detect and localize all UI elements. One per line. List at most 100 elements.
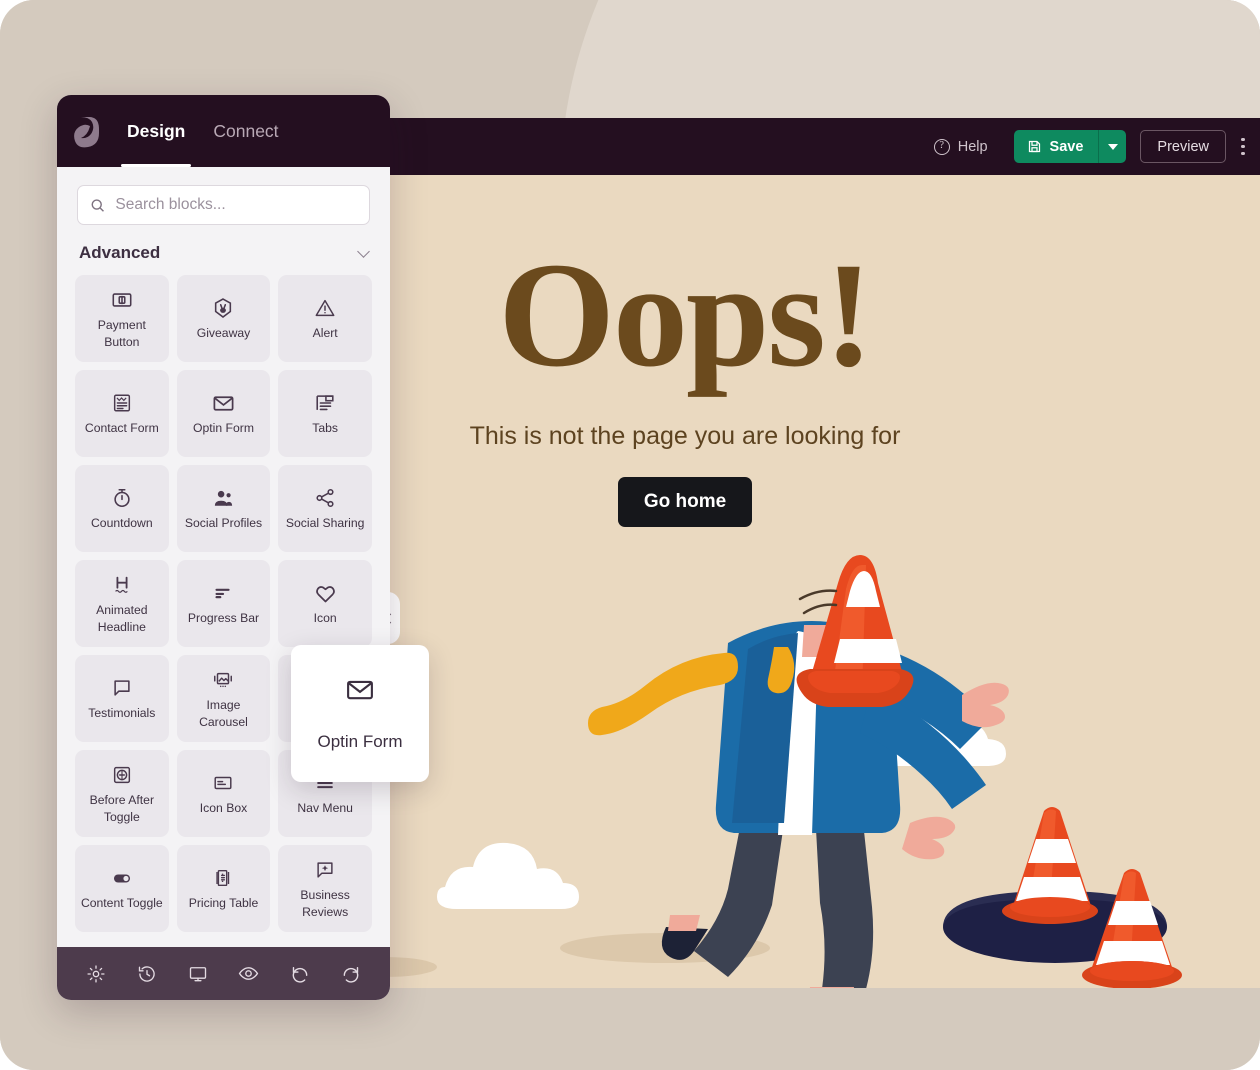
section-advanced-header[interactable]: Advanced bbox=[57, 225, 390, 275]
animated-headline-icon bbox=[111, 572, 133, 598]
block-label: Icon bbox=[313, 611, 337, 626]
right-hand bbox=[962, 682, 1009, 728]
go-home-button[interactable]: Go home bbox=[617, 477, 753, 527]
block-label: Image Carousel bbox=[199, 698, 248, 729]
chevron-down-icon bbox=[357, 244, 370, 258]
app-root: ? Help Save Preview Oops! This is not th… bbox=[0, 0, 1260, 1070]
block-countdown[interactable]: Countdown bbox=[75, 465, 169, 552]
alert-triangle-icon bbox=[314, 295, 336, 321]
caret-down-icon bbox=[1107, 143, 1118, 150]
block-label: Animated Headline bbox=[96, 603, 148, 634]
search-input[interactable] bbox=[115, 196, 357, 214]
toggle-switch-icon bbox=[110, 865, 134, 891]
leaf-logo-icon[interactable] bbox=[57, 114, 113, 148]
giveaway-icon bbox=[212, 295, 234, 321]
block-tabs[interactable]: Tabs bbox=[278, 370, 372, 457]
block-label: Contact Form bbox=[84, 421, 159, 436]
desktop-monitor-icon[interactable] bbox=[188, 964, 208, 984]
tab-design-label: Design bbox=[127, 120, 186, 141]
search-section bbox=[57, 167, 390, 225]
left-hand bbox=[902, 816, 956, 860]
block-label: Before After Toggle bbox=[89, 793, 154, 824]
redo-icon[interactable] bbox=[341, 964, 361, 984]
block-giveaway[interactable]: Giveaway bbox=[176, 275, 271, 362]
block-icon-box[interactable]: Icon Box bbox=[176, 750, 271, 837]
block-optin-form[interactable]: Optin Form bbox=[176, 370, 271, 457]
block-alert[interactable]: Alert bbox=[278, 275, 372, 362]
icon-box-icon bbox=[212, 770, 234, 796]
speech-bubble-icon bbox=[111, 675, 133, 701]
help-button[interactable]: ? Help bbox=[924, 133, 998, 161]
users-icon bbox=[212, 485, 235, 511]
search-icon bbox=[91, 198, 104, 212]
block-label: Optin Form bbox=[193, 421, 254, 436]
scarf bbox=[588, 652, 738, 736]
block-contact-form[interactable]: Contact Form bbox=[75, 370, 169, 457]
block-business-reviews[interactable]: Business Reviews bbox=[278, 845, 372, 932]
save-button-group: Save bbox=[1013, 130, 1127, 163]
block-content-toggle[interactable]: Content Toggle bbox=[75, 845, 169, 932]
floppy-disk-icon bbox=[1028, 140, 1040, 153]
block-progress-bar[interactable]: Progress Bar bbox=[176, 560, 271, 647]
progress-bar-icon bbox=[212, 580, 234, 606]
block-label: Content Toggle bbox=[80, 896, 163, 911]
preview-eye-icon[interactable] bbox=[238, 963, 259, 984]
kebab-menu-icon[interactable] bbox=[1232, 130, 1254, 163]
tab-connect[interactable]: Connect bbox=[199, 95, 292, 167]
tab-connect-label: Connect bbox=[213, 120, 279, 141]
traffic-cone-upright-back bbox=[1002, 807, 1098, 924]
section-advanced-title: Advanced bbox=[79, 243, 161, 262]
save-dropdown-toggle[interactable] bbox=[1098, 130, 1127, 163]
block-label: Tabs bbox=[312, 421, 339, 436]
undo-icon[interactable] bbox=[290, 964, 310, 984]
block-payment-button[interactable]: Payment Button bbox=[75, 275, 169, 362]
block-testimonials[interactable]: Testimonials bbox=[75, 655, 169, 742]
block-label: Alert bbox=[312, 326, 338, 341]
preview-label: Preview bbox=[1157, 138, 1209, 155]
blocks-grid: Payment Button Giveaway Alert Contact Fo… bbox=[57, 275, 390, 942]
leaf-logo-glyph bbox=[73, 117, 99, 148]
pricing-table-icon bbox=[212, 865, 234, 891]
save-label: Save bbox=[1049, 138, 1084, 155]
contact-form-icon bbox=[111, 390, 133, 416]
panel-header: Design Connect bbox=[57, 95, 390, 167]
block-label: Icon Box bbox=[199, 801, 248, 816]
block-social-profiles[interactable]: Social Profiles bbox=[176, 465, 271, 552]
business-reviews-icon bbox=[314, 857, 336, 883]
settings-gear-icon[interactable] bbox=[86, 964, 106, 984]
save-button[interactable]: Save bbox=[1013, 130, 1099, 163]
block-image-carousel[interactable]: Image Carousel bbox=[176, 655, 271, 742]
preview-button[interactable]: Preview bbox=[1140, 130, 1226, 163]
help-label: Help bbox=[957, 138, 988, 155]
block-icon[interactable]: Icon bbox=[278, 560, 372, 647]
revision-history-icon[interactable] bbox=[137, 964, 157, 984]
block-label: Nav Menu bbox=[297, 801, 353, 816]
block-label: Social Sharing bbox=[285, 516, 365, 531]
image-carousel-icon bbox=[212, 667, 234, 693]
share-icon bbox=[314, 485, 336, 511]
heart-icon bbox=[314, 580, 337, 606]
block-before-after-toggle[interactable]: Before After Toggle bbox=[75, 750, 169, 837]
search-box[interactable] bbox=[77, 185, 370, 225]
panel-footer-toolbar bbox=[57, 947, 390, 1000]
question-circle-icon: ? bbox=[933, 138, 950, 155]
block-label: Giveaway bbox=[196, 326, 251, 341]
envelope-icon bbox=[212, 390, 235, 416]
block-label: Countdown bbox=[90, 516, 153, 531]
payment-button-icon bbox=[111, 287, 133, 313]
block-pricing-table[interactable]: Pricing Table bbox=[176, 845, 271, 932]
tabs-icon bbox=[314, 390, 336, 416]
drag-preview-card[interactable]: Optin Form bbox=[291, 645, 429, 782]
block-label: Pricing Table bbox=[188, 896, 259, 911]
tab-design[interactable]: Design bbox=[113, 95, 199, 167]
block-label: Payment Button bbox=[97, 318, 146, 349]
drag-preview-label: Optin Form bbox=[317, 732, 403, 751]
blocks-panel: Design Connect Advanced bbox=[57, 95, 390, 1000]
block-social-sharing[interactable]: Social Sharing bbox=[278, 465, 372, 552]
stopwatch-icon bbox=[111, 485, 133, 511]
block-label: Testimonials bbox=[88, 706, 156, 721]
block-animated-headline[interactable]: Animated Headline bbox=[75, 560, 169, 647]
block-label: Business Reviews bbox=[300, 888, 350, 919]
before-after-toggle-icon bbox=[111, 762, 133, 788]
envelope-icon bbox=[345, 675, 375, 710]
